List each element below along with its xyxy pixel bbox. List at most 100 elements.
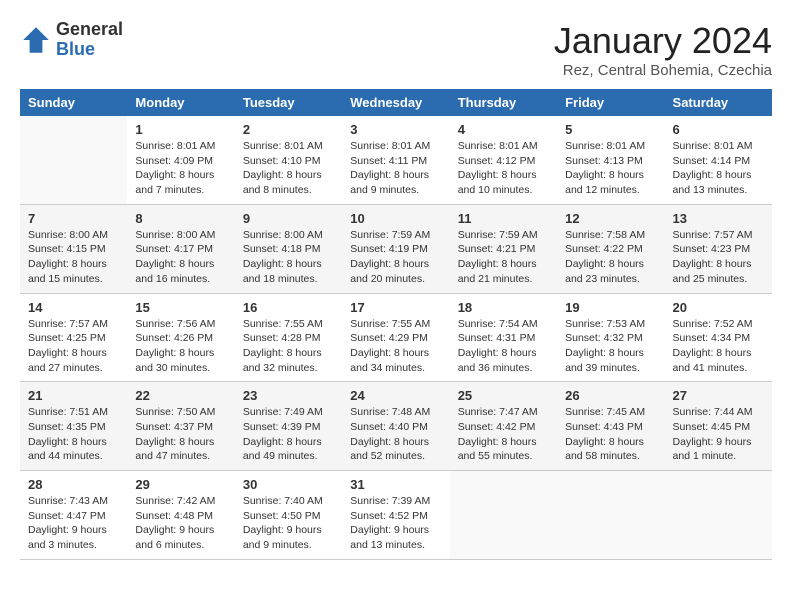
logo-text: General Blue [56, 20, 123, 60]
week-row-1: 1Sunrise: 8:01 AMSunset: 4:09 PMDaylight… [20, 116, 772, 204]
logo-icon [20, 24, 52, 56]
day-info: Sunrise: 7:55 AMSunset: 4:29 PMDaylight:… [350, 318, 430, 374]
day-number: 16 [243, 300, 334, 315]
week-row-5: 28 Sunrise: 7:43 AMSunset: 4:47 PMDayligh… [20, 471, 772, 560]
calendar-cell: 16 Sunrise: 7:55 AMSunset: 4:28 PMDayligh… [235, 293, 342, 382]
calendar-cell: 11Sunrise: 7:59 AMSunset: 4:21 PMDayligh… [450, 204, 557, 293]
day-number: 8 [135, 211, 226, 226]
calendar-table: SundayMondayTuesdayWednesdayThursdayFrid… [20, 89, 772, 560]
day-info: Sunrise: 8:00 AMSunset: 4:15 PMDaylight:… [28, 229, 108, 285]
calendar-cell: 10 Sunrise: 7:59 AMSunset: 4:19 PMDayligh… [342, 204, 449, 293]
day-info: Sunrise: 8:01 AMSunset: 4:09 PMDaylight:… [135, 140, 215, 196]
calendar-cell: 24Sunrise: 7:48 AMSunset: 4:40 PMDayligh… [342, 382, 449, 471]
day-number: 5 [565, 122, 656, 137]
calendar-cell: 3Sunrise: 8:01 AMSunset: 4:11 PMDaylight… [342, 116, 449, 204]
month-title: January 2024 [554, 20, 772, 62]
day-info: Sunrise: 7:48 AMSunset: 4:40 PMDaylight:… [350, 406, 430, 462]
day-number: 13 [673, 211, 764, 226]
day-info: Sunrise: 8:01 AMSunset: 4:11 PMDaylight:… [350, 140, 430, 196]
day-info: Sunrise: 7:42 AMSunset: 4:48 PMDaylight:… [135, 495, 215, 551]
calendar-cell: 14 Sunrise: 7:57 AMSunset: 4:25 PMDayligh… [20, 293, 127, 382]
day-info: Sunrise: 7:57 AMSunset: 4:25 PMDaylight:… [28, 318, 108, 374]
calendar-cell [557, 471, 664, 560]
day-number: 7 [28, 211, 119, 226]
day-info: Sunrise: 7:43 AMSunset: 4:47 PMDaylight:… [28, 495, 108, 551]
day-number: 2 [243, 122, 334, 137]
day-info: Sunrise: 8:00 AMSunset: 4:18 PMDaylight:… [243, 229, 323, 285]
weekday-header-row: SundayMondayTuesdayWednesdayThursdayFrid… [20, 89, 772, 116]
day-info: Sunrise: 7:56 AMSunset: 4:26 PMDaylight:… [135, 318, 215, 374]
day-number: 12 [565, 211, 656, 226]
day-info: Sunrise: 7:58 AMSunset: 4:22 PMDaylight:… [565, 229, 645, 285]
calendar-cell: 25 Sunrise: 7:47 AMSunset: 4:42 PMDayligh… [450, 382, 557, 471]
day-info: Sunrise: 7:59 AMSunset: 4:21 PMDaylight:… [458, 229, 538, 285]
day-number: 29 [135, 477, 226, 492]
calendar-cell: 15 Sunrise: 7:56 AMSunset: 4:26 PMDayligh… [127, 293, 234, 382]
week-row-2: 7 Sunrise: 8:00 AMSunset: 4:15 PMDaylight… [20, 204, 772, 293]
day-number: 15 [135, 300, 226, 315]
day-number: 27 [673, 388, 764, 403]
day-info: Sunrise: 8:00 AMSunset: 4:17 PMDaylight:… [135, 229, 215, 285]
day-info: Sunrise: 8:01 AMSunset: 4:13 PMDaylight:… [565, 140, 645, 196]
week-row-4: 21 Sunrise: 7:51 AMSunset: 4:35 PMDayligh… [20, 382, 772, 471]
day-info: Sunrise: 7:50 AMSunset: 4:37 PMDaylight:… [135, 406, 215, 462]
day-number: 25 [458, 388, 549, 403]
day-info: Sunrise: 7:53 AMSunset: 4:32 PMDaylight:… [565, 318, 645, 374]
calendar-cell: 26Sunrise: 7:45 AMSunset: 4:43 PMDayligh… [557, 382, 664, 471]
calendar-cell: 6Sunrise: 8:01 AMSunset: 4:14 PMDaylight… [665, 116, 772, 204]
day-info: Sunrise: 7:44 AMSunset: 4:45 PMDaylight:… [673, 406, 753, 462]
day-number: 18 [458, 300, 549, 315]
weekday-header-tuesday: Tuesday [235, 89, 342, 116]
day-number: 31 [350, 477, 441, 492]
calendar-cell: 5 Sunrise: 8:01 AMSunset: 4:13 PMDaylight… [557, 116, 664, 204]
calendar-cell: 30Sunrise: 7:40 AMSunset: 4:50 PMDayligh… [235, 471, 342, 560]
calendar-cell: 12 Sunrise: 7:58 AMSunset: 4:22 PMDayligh… [557, 204, 664, 293]
weekday-header-thursday: Thursday [450, 89, 557, 116]
day-info: Sunrise: 7:47 AMSunset: 4:42 PMDaylight:… [458, 406, 538, 462]
calendar-cell: 18Sunrise: 7:54 AMSunset: 4:31 PMDayligh… [450, 293, 557, 382]
calendar-cell: 17 Sunrise: 7:55 AMSunset: 4:29 PMDayligh… [342, 293, 449, 382]
logo-blue: Blue [56, 40, 123, 60]
calendar-cell [20, 116, 127, 204]
day-number: 28 [28, 477, 119, 492]
weekday-header-monday: Monday [127, 89, 234, 116]
week-row-3: 14 Sunrise: 7:57 AMSunset: 4:25 PMDayligh… [20, 293, 772, 382]
calendar-cell: 4Sunrise: 8:01 AMSunset: 4:12 PMDaylight… [450, 116, 557, 204]
calendar-cell: 21 Sunrise: 7:51 AMSunset: 4:35 PMDayligh… [20, 382, 127, 471]
day-info: Sunrise: 7:59 AMSunset: 4:19 PMDaylight:… [350, 229, 430, 285]
calendar-cell: 1Sunrise: 8:01 AMSunset: 4:09 PMDaylight… [127, 116, 234, 204]
calendar-cell: 29 Sunrise: 7:42 AMSunset: 4:48 PMDayligh… [127, 471, 234, 560]
day-info: Sunrise: 7:49 AMSunset: 4:39 PMDaylight:… [243, 406, 323, 462]
calendar-cell: 7 Sunrise: 8:00 AMSunset: 4:15 PMDaylight… [20, 204, 127, 293]
calendar-cell: 2 Sunrise: 8:01 AMSunset: 4:10 PMDaylight… [235, 116, 342, 204]
calendar-cell: 28 Sunrise: 7:43 AMSunset: 4:47 PMDayligh… [20, 471, 127, 560]
day-info: Sunrise: 7:52 AMSunset: 4:34 PMDaylight:… [673, 318, 753, 374]
day-number: 17 [350, 300, 441, 315]
day-info: Sunrise: 7:45 AMSunset: 4:43 PMDaylight:… [565, 406, 645, 462]
day-number: 23 [243, 388, 334, 403]
calendar-cell: 27 Sunrise: 7:44 AMSunset: 4:45 PMDayligh… [665, 382, 772, 471]
day-number: 10 [350, 211, 441, 226]
calendar-cell: 9 Sunrise: 8:00 AMSunset: 4:18 PMDaylight… [235, 204, 342, 293]
title-area: January 2024 Rez, Central Bohemia, Czech… [554, 20, 772, 79]
calendar-cell: 22 Sunrise: 7:50 AMSunset: 4:37 PMDayligh… [127, 382, 234, 471]
location-subtitle: Rez, Central Bohemia, Czechia [554, 62, 772, 79]
day-number: 22 [135, 388, 226, 403]
day-info: Sunrise: 8:01 AMSunset: 4:12 PMDaylight:… [458, 140, 538, 196]
day-info: Sunrise: 8:01 AMSunset: 4:10 PMDaylight:… [243, 140, 323, 196]
calendar-cell [450, 471, 557, 560]
day-number: 21 [28, 388, 119, 403]
day-number: 9 [243, 211, 334, 226]
weekday-header-wednesday: Wednesday [342, 89, 449, 116]
logo-general: General [56, 20, 123, 40]
day-info: Sunrise: 7:40 AMSunset: 4:50 PMDaylight:… [243, 495, 323, 551]
day-number: 6 [673, 122, 764, 137]
day-info: Sunrise: 7:51 AMSunset: 4:35 PMDaylight:… [28, 406, 108, 462]
weekday-header-friday: Friday [557, 89, 664, 116]
day-info: Sunrise: 7:55 AMSunset: 4:28 PMDaylight:… [243, 318, 323, 374]
page-header: General Blue January 2024 Rez, Central B… [20, 20, 772, 79]
calendar-cell: 23 Sunrise: 7:49 AMSunset: 4:39 PMDayligh… [235, 382, 342, 471]
calendar-cell: 20Sunrise: 7:52 AMSunset: 4:34 PMDayligh… [665, 293, 772, 382]
day-number: 14 [28, 300, 119, 315]
calendar-cell: 19Sunrise: 7:53 AMSunset: 4:32 PMDayligh… [557, 293, 664, 382]
